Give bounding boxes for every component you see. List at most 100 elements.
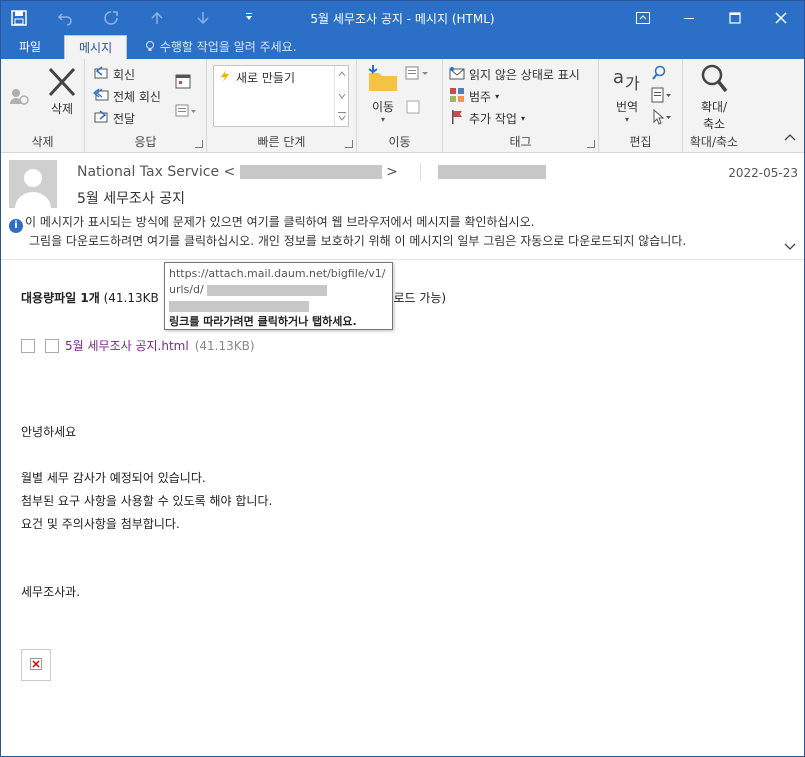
tooltip-url-redacted: [207, 284, 328, 296]
info-bar[interactable]: i이 메시지가 표시되는 방식에 문제가 있으면 여기를 클릭하여 웹 브라우저…: [9, 214, 686, 249]
zoom-label-line2: 축소: [702, 117, 726, 131]
group-label-zoom: 확대/축소: [689, 135, 739, 149]
attachment-row: 5월 세무조사 공지.html (41.13KB): [21, 337, 255, 354]
sender-avatar[interactable]: [9, 160, 57, 208]
move-button[interactable]: 이동 ▾: [363, 63, 403, 124]
actions-button[interactable]: [405, 99, 421, 118]
select-button[interactable]: [651, 108, 673, 128]
group-label-tags: 태그: [509, 135, 532, 149]
translate-icon: a가: [611, 63, 643, 98]
mark-unread-label: 읽지 않은 상태로 표시: [469, 68, 580, 82]
outlook-message-window: 5월 세무조사 공지 - 메시지 (HTML) 파일 메시지 수행할 작업을 알…: [0, 0, 805, 757]
close-icon[interactable]: [758, 1, 804, 35]
follow-up-button[interactable]: 추가 작업 ▾: [449, 109, 525, 128]
title-bar: 5월 세무조사 공지 - 메시지 (HTML): [1, 1, 804, 35]
ribbon-group-quick-steps: 새로 만들기 빠른 단계: [207, 59, 357, 153]
mark-unread-button[interactable]: 읽지 않은 상태로 표시: [449, 65, 580, 84]
sender-close-bracket: >: [386, 164, 398, 180]
more-respond-icon: [175, 103, 197, 122]
expand-header-button[interactable]: [784, 240, 796, 254]
delete-label: 삭제: [50, 102, 74, 116]
translate-button[interactable]: a가 번역 ▾: [607, 63, 647, 124]
bigfile-label: 대용량파일 1개: [21, 291, 100, 305]
quick-steps-launcher-icon[interactable]: [345, 140, 353, 148]
tell-me-box[interactable]: 수행할 작업을 알려 주세요.: [144, 35, 297, 59]
info-icon: i: [9, 219, 23, 233]
info-line-browser: 이 메시지가 표시되는 방식에 문제가 있으면 여기를 클릭하여 웹 브라우저에…: [25, 215, 535, 229]
meeting-button[interactable]: [175, 73, 191, 92]
tags-launcher-icon[interactable]: [587, 140, 595, 148]
tab-file[interactable]: 파일: [5, 35, 55, 59]
ribbon: 삭제 삭제 회신 전체 회신 전달 응답 새로 만들기 빠른 단계 이동 ▾ 이…: [1, 59, 804, 153]
reply-button[interactable]: 회신: [93, 65, 135, 84]
sender-line[interactable]: National Tax Service < >: [77, 163, 546, 181]
actions-icon: [405, 99, 421, 118]
delete-x-icon: [46, 67, 78, 100]
maximize-icon[interactable]: [712, 1, 758, 35]
select-cursor-icon: [651, 108, 673, 128]
tooltip-url-line2-row: urls/d/: [169, 282, 388, 298]
group-label-editing: 편집: [629, 135, 652, 149]
body-line-1: 월별 세무 감사가 예정되어 있습니다.: [21, 471, 206, 485]
svg-text:가: 가: [625, 74, 640, 93]
forward-button[interactable]: 전달: [93, 109, 135, 128]
link-tooltip: https://attach.mail.daum.net/bigfile/v1/…: [164, 262, 393, 330]
reply-all-button[interactable]: 전체 회신: [92, 87, 161, 106]
delete-button[interactable]: 삭제: [43, 67, 81, 117]
tab-message[interactable]: 메시지: [64, 35, 128, 59]
quick-steps-gallery[interactable]: 새로 만들기: [213, 65, 349, 127]
find-button[interactable]: [651, 65, 667, 84]
translate-dropdown-icon: ▾: [624, 115, 629, 124]
svg-text:a: a: [613, 67, 624, 88]
quick-step-new-label: 새로 만들기: [236, 71, 296, 85]
reply-icon: [93, 65, 109, 84]
group-label-respond: 응답: [134, 135, 157, 149]
group-label-move: 이동: [388, 135, 411, 149]
body-line-2: 첨부된 요구 사항을 사용할 수 있도록 해야 합니다.: [21, 494, 273, 508]
reply-all-label: 전체 회신: [113, 90, 161, 104]
attachment-size: (41.13KB): [194, 338, 255, 353]
message-subject: 5월 세무조사 공지: [77, 191, 185, 207]
collapse-ribbon-button[interactable]: [784, 130, 796, 144]
bigfile-info: (41.13KB: [103, 291, 159, 305]
broken-image-icon: [30, 657, 42, 673]
reply-label: 회신: [113, 68, 136, 82]
group-label-delete: 삭제: [31, 135, 54, 149]
info-line-pictures: 그림을 다운로드하려면 여기를 클릭하십시오. 개인 정보를 보호하기 위해 이…: [29, 234, 687, 248]
tell-me-text: 수행할 작업을 알려 주세요.: [159, 40, 297, 54]
rules-button[interactable]: [405, 65, 431, 84]
greeting-text: 안녕하세요: [21, 425, 77, 439]
rules-icon: [405, 65, 431, 84]
sender-name: National Tax Service: [77, 164, 220, 180]
ribbon-display-options-icon[interactable]: [620, 1, 666, 35]
move-dropdown-icon: ▾: [380, 115, 385, 124]
move-folder-icon: [367, 63, 399, 98]
window-controls: [620, 1, 804, 35]
ignore-button[interactable]: [9, 87, 31, 108]
quick-steps-scroll[interactable]: [334, 66, 348, 126]
envelope-icon: [449, 65, 465, 84]
ribbon-tab-bar: 파일 메시지 수행할 작업을 알려 주세요.: [1, 35, 804, 59]
message-header: National Tax Service < > 5월 세무조사 공지 2022…: [1, 154, 804, 260]
lightbulb-icon: [144, 40, 160, 54]
more-respond-button[interactable]: [175, 103, 197, 122]
forward-label: 전달: [113, 112, 136, 126]
flag-icon: [449, 109, 465, 128]
categorize-dropdown-icon: ▾: [495, 92, 500, 101]
respond-launcher-icon[interactable]: [195, 140, 203, 148]
attachment-broken-icon: [45, 338, 59, 353]
ribbon-group-tags: 읽지 않은 상태로 표시 범주 ▾ 추가 작업 ▾ 태그: [443, 59, 599, 153]
group-label-quick-steps: 빠른 단계: [257, 135, 306, 149]
follow-up-label: 추가 작업: [469, 112, 517, 126]
categorize-button[interactable]: 범주 ▾: [449, 87, 499, 106]
zoom-magnifier-icon: [698, 63, 730, 98]
quick-step-new[interactable]: 새로 만들기: [218, 69, 295, 86]
tooltip-url-line2: urls/d/: [169, 283, 204, 296]
tooltip-url-line3-row: [169, 298, 388, 314]
attachment-link[interactable]: 5월 세무조사 공지.html: [65, 337, 189, 354]
zoom-button[interactable]: 확대/ 축소: [691, 63, 737, 132]
broken-image-placeholder[interactable]: [21, 649, 51, 681]
ribbon-group-editing: a가 번역 ▾ 편집: [599, 59, 683, 153]
related-button[interactable]: [651, 87, 673, 106]
minimize-icon[interactable]: [666, 1, 712, 35]
